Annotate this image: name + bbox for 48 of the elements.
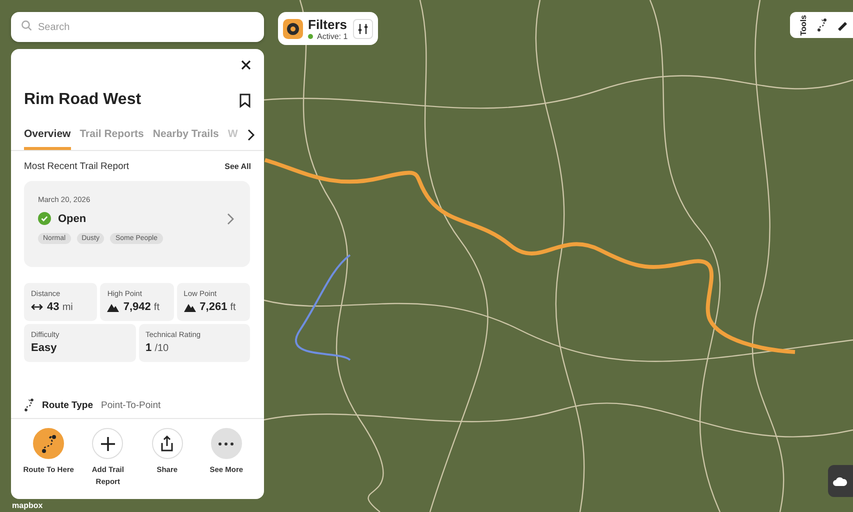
route-type-value: Point-To-Point: [101, 400, 161, 410]
check-circle-icon: [38, 212, 51, 225]
stat-value: 43 mi: [47, 301, 73, 313]
action-button[interactable]: [152, 428, 183, 459]
chevron-right-icon: [227, 212, 234, 224]
filter-settings-button[interactable]: [353, 18, 373, 38]
chevron-right-icon: [246, 128, 255, 140]
mountain-icon: [107, 302, 120, 312]
share-icon: [159, 435, 176, 452]
pencil-tool-button[interactable]: [836, 19, 848, 31]
map-attribution: mapbox: [12, 501, 43, 511]
close-icon: [241, 60, 251, 70]
action-button[interactable]: [33, 428, 64, 459]
stat-value: 7,942 ft: [123, 301, 160, 313]
mountain-icon: [184, 302, 196, 312]
bookmark-button[interactable]: [239, 92, 251, 108]
pencil-icon: [836, 19, 848, 31]
tire-icon: [286, 22, 300, 36]
search-field[interactable]: Search: [11, 12, 264, 42]
next-tab-button[interactable]: [246, 128, 255, 140]
report-status: Open: [58, 212, 88, 224]
stat-value: Easy: [31, 342, 57, 354]
action-button[interactable]: [92, 428, 124, 459]
tools-label: Tools: [799, 14, 808, 36]
filters-button[interactable]: [283, 18, 303, 38]
close-button[interactable]: [241, 60, 251, 70]
stat-value: 1 /10: [146, 342, 169, 354]
sliders-icon: [357, 22, 369, 34]
see-all-link[interactable]: See All: [224, 162, 251, 171]
cloud-icon: [832, 475, 848, 487]
more-icon: [218, 442, 234, 446]
plus-icon: [100, 436, 116, 452]
active-count: Active: 1: [317, 32, 348, 40]
tab[interactable]: Overview: [24, 122, 71, 150]
dotted-route-icon: [24, 398, 34, 412]
search-icon: [21, 20, 32, 31]
weather-button[interactable]: [828, 465, 853, 497]
dotted-route-icon: [40, 434, 58, 454]
route-tool-button[interactable]: [816, 18, 828, 32]
filters-title: Filters: [308, 16, 348, 32]
double-arrow-icon: [31, 303, 43, 311]
status-dot: [308, 34, 313, 38]
bookmark-icon: [239, 92, 251, 108]
route-type-label: Route Type: [42, 400, 94, 410]
dotted-route-icon: [816, 18, 828, 32]
section-heading: Most Recent Trail Report: [24, 161, 130, 172]
stat-value: 7,261 ft: [200, 301, 236, 313]
trail-title: Rim Road West: [24, 91, 142, 109]
